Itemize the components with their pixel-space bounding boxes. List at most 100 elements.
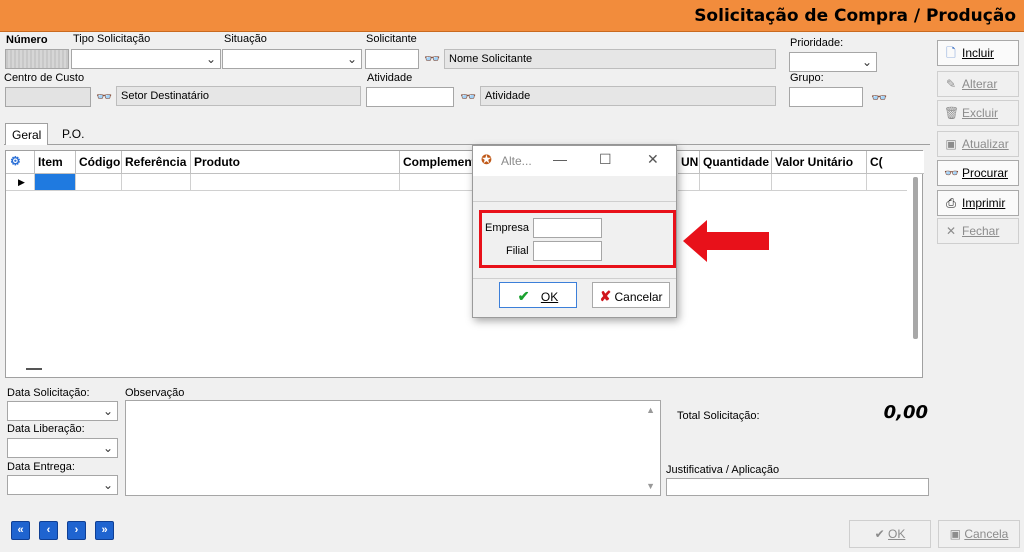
tipo-solicitacao-select[interactable]: ⌄ bbox=[71, 49, 221, 69]
grid-cell-quantidade[interactable] bbox=[700, 174, 772, 191]
row-indicator-icon: ▶ bbox=[6, 174, 35, 191]
dialog-ok-button[interactable]: ✔ OK bbox=[499, 282, 577, 308]
prioridade-select[interactable]: ⌄ bbox=[789, 52, 877, 72]
alter-dialog: ✪ Alte... — ☐ ✕ Empresa Filial ✔ OK ✘ Ca… bbox=[472, 145, 677, 318]
ok-button-disabled[interactable]: ✔ OK bbox=[849, 520, 931, 548]
chevron-down-icon: ⌄ bbox=[102, 478, 113, 492]
col-header-quantidade[interactable]: Quantidade bbox=[700, 151, 772, 174]
next-record-icon[interactable]: › bbox=[67, 521, 86, 540]
atividade-label: Atividade bbox=[367, 72, 413, 84]
col-header-complemento[interactable]: Complement bbox=[400, 151, 478, 174]
new-document-icon: 🗋 bbox=[946, 46, 956, 60]
col-header-produto[interactable]: Produto bbox=[191, 151, 400, 174]
alterar-button[interactable]: ✎ Alterar bbox=[937, 71, 1019, 97]
filial-input[interactable] bbox=[533, 241, 602, 261]
tipo-solicitacao-label: Tipo Solicitação bbox=[73, 33, 151, 45]
tab-geral[interactable]: Geral bbox=[5, 123, 49, 145]
data-solicitacao-label: Data Solicitação: bbox=[7, 387, 90, 399]
dialog-separator bbox=[473, 278, 676, 279]
dialog-toolbar bbox=[473, 176, 676, 202]
title-bar: Solicitação de Compra / Produção bbox=[0, 0, 1024, 32]
grid-config-icon[interactable]: ⚙ bbox=[6, 151, 35, 174]
grid-cell-item[interactable] bbox=[35, 174, 76, 191]
situacao-select[interactable]: ⌄ bbox=[222, 49, 362, 69]
data-liberacao-picker[interactable]: ⌄ bbox=[7, 438, 118, 458]
app-logo-icon: ✪ bbox=[481, 152, 492, 167]
col-header-valor-unitario[interactable]: Valor Unitário bbox=[772, 151, 867, 174]
dialog-title-bar[interactable]: ✪ Alte... — ☐ ✕ bbox=[473, 146, 676, 176]
window-title: Solicitação de Compra / Produção bbox=[694, 6, 1016, 26]
observacao-label: Observação bbox=[125, 387, 185, 399]
cancel-icon: ▣ bbox=[949, 527, 961, 541]
binoculars-icon[interactable]: 👓 bbox=[460, 89, 476, 105]
data-solicitacao-picker[interactable]: ⌄ bbox=[7, 401, 118, 421]
col-header-item[interactable]: Item bbox=[35, 151, 76, 174]
grid-cell-codigo[interactable] bbox=[76, 174, 122, 191]
imprimir-button[interactable]: ⎙ Imprimir bbox=[937, 190, 1019, 216]
empresa-input[interactable] bbox=[533, 218, 602, 238]
grupo-input[interactable] bbox=[789, 87, 863, 107]
dialog-title: Alte... bbox=[501, 154, 532, 168]
dialog-cancel-button[interactable]: ✘ Cancelar bbox=[592, 282, 670, 308]
data-entrega-label: Data Entrega: bbox=[7, 461, 75, 473]
close-folder-icon: ✕ bbox=[945, 224, 957, 238]
situacao-label: Situação bbox=[224, 33, 267, 45]
atividade-code-input[interactable] bbox=[366, 87, 454, 107]
last-record-icon[interactable]: » bbox=[95, 521, 114, 540]
close-icon[interactable]: ✕ bbox=[647, 151, 659, 168]
col-header-codigo[interactable]: Código bbox=[76, 151, 122, 174]
col-header-referencia[interactable]: Referência bbox=[122, 151, 191, 174]
col-header-un[interactable]: UN bbox=[678, 151, 700, 174]
items-grid: ⚙ Item Código Referência Produto Complem… bbox=[5, 150, 924, 378]
grid-cell-valor-unitario[interactable] bbox=[772, 174, 867, 191]
binoculars-icon[interactable]: 👓 bbox=[871, 90, 887, 106]
atividade-name-field: Atividade bbox=[480, 86, 776, 106]
chevron-down-icon: ⌄ bbox=[205, 52, 216, 66]
chevron-down-icon: ⌄ bbox=[102, 441, 113, 455]
grid-vertical-scrollbar[interactable] bbox=[913, 177, 918, 339]
grid-cell-produto[interactable] bbox=[191, 174, 400, 191]
binoculars-icon[interactable]: 👓 bbox=[424, 51, 440, 67]
scroll-up-icon[interactable]: ▲ bbox=[646, 405, 655, 415]
empresa-label: Empresa bbox=[485, 222, 530, 234]
scroll-down-icon[interactable]: ▼ bbox=[646, 481, 655, 491]
incluir-button[interactable]: 🗋 Incluir bbox=[937, 40, 1019, 66]
col-header-c[interactable]: C( bbox=[867, 151, 924, 174]
chevron-down-icon: ⌄ bbox=[861, 55, 872, 69]
grid-horizontal-scrollbar[interactable] bbox=[26, 368, 42, 370]
solicitante-label: Solicitante bbox=[366, 33, 417, 45]
procurar-button[interactable]: 👓 Procurar bbox=[937, 160, 1019, 186]
minimize-icon[interactable]: — bbox=[553, 151, 567, 167]
tab-po[interactable]: P.O. bbox=[56, 123, 90, 145]
data-entrega-picker[interactable]: ⌄ bbox=[7, 475, 118, 495]
justificativa-label: Justificativa / Aplicação bbox=[666, 464, 780, 476]
excluir-button[interactable]: 🗑 Excluir bbox=[937, 100, 1019, 126]
binoculars-icon[interactable]: 👓 bbox=[96, 89, 112, 105]
save-refresh-icon: ▣ bbox=[945, 137, 957, 151]
fechar-button[interactable]: ✕ Fechar bbox=[937, 218, 1019, 244]
numero-label: Número bbox=[6, 34, 48, 46]
grid-cell-un[interactable] bbox=[678, 174, 700, 191]
gear-icon: ⚙ bbox=[10, 154, 21, 168]
filial-label: Filial bbox=[506, 245, 529, 257]
centro-custo-input[interactable] bbox=[5, 87, 91, 107]
grid-cell-complemento[interactable] bbox=[400, 174, 478, 191]
previous-record-icon[interactable]: ‹ bbox=[39, 521, 58, 540]
atualizar-button[interactable]: ▣ Atualizar bbox=[937, 131, 1019, 157]
chevron-down-icon: ⌄ bbox=[346, 52, 357, 66]
grid-cell-c[interactable] bbox=[867, 174, 907, 191]
first-record-icon[interactable]: « bbox=[11, 521, 30, 540]
grid-cell-referencia[interactable] bbox=[122, 174, 191, 191]
binoculars-icon: 👓 bbox=[944, 166, 959, 180]
observacao-textarea[interactable]: ▲ ▼ bbox=[125, 400, 661, 496]
cancela-button-disabled[interactable]: ▣ Cancela bbox=[938, 520, 1020, 548]
total-solicitacao-label: Total Solicitação: bbox=[677, 410, 760, 422]
trash-icon: 🗑 bbox=[944, 106, 960, 120]
numero-field[interactable] bbox=[5, 49, 69, 69]
justificativa-input[interactable] bbox=[666, 478, 929, 496]
red-arrow-annotation-icon bbox=[683, 220, 769, 262]
solicitante-code-input[interactable] bbox=[365, 49, 419, 69]
maximize-icon[interactable]: ☐ bbox=[599, 151, 612, 168]
printer-icon: ⎙ bbox=[946, 196, 956, 210]
solicitante-name-field: Nome Solicitante bbox=[444, 49, 776, 69]
